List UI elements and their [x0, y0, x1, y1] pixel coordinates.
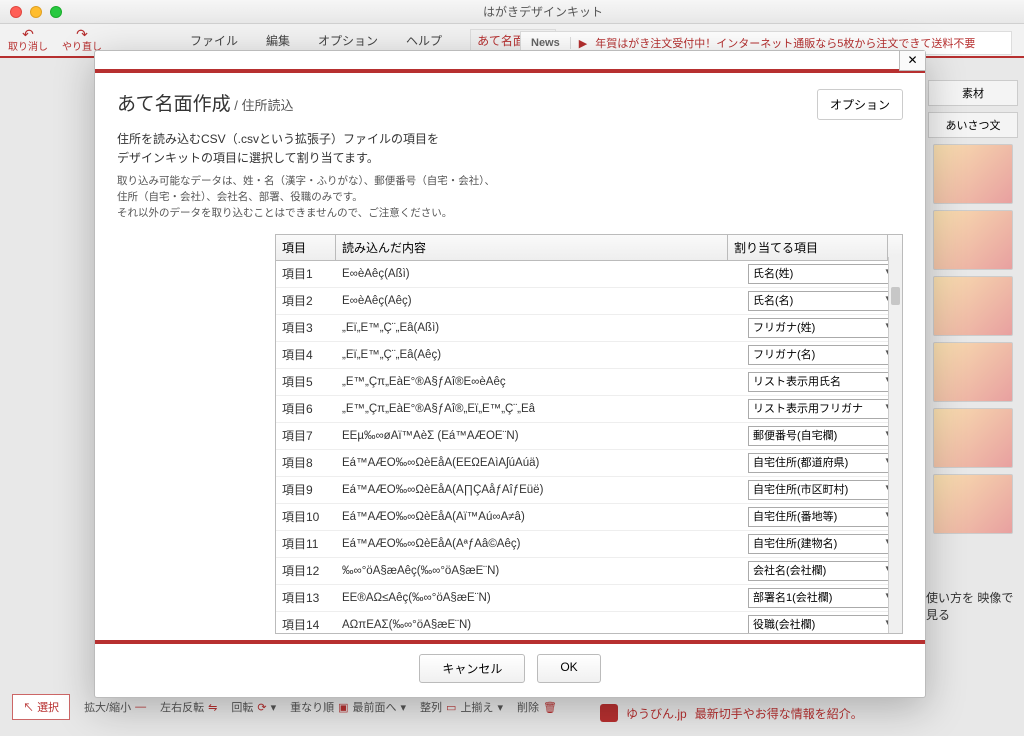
row-value: AΩπEAΣ(‰∞°öA§æE¨N) — [336, 616, 742, 633]
address-import-modal: ✕ あて名面作成 / 住所読込 オプション 住所を読み込むCSV（.csvという… — [94, 50, 926, 698]
row-key: 項目11 — [276, 532, 336, 555]
scrollbar-thumb[interactable] — [891, 287, 900, 305]
assign-select[interactable]: 氏名(姓) — [748, 264, 894, 284]
mapping-table: 項目 読み込んだ内容 割り当てる項目 項目1E∞èAêç(Aßì)氏名(姓)項目… — [275, 234, 903, 634]
row-value: „Eï„E™„Ç¨„Eâ(Aêç) — [336, 346, 742, 364]
row-value: Eá™AÆO‰∞ΩèEåA(Aï™Aú∞A≠â) — [336, 508, 742, 526]
assign-select[interactable]: 自宅住所(都道府県) — [748, 453, 894, 473]
row-assign: リスト表示用フリガナ — [742, 396, 902, 422]
row-key: 項目8 — [276, 451, 336, 474]
row-key: 項目13 — [276, 586, 336, 609]
row-key: 項目7 — [276, 424, 336, 447]
assign-select[interactable]: リスト表示用フリガナ — [748, 399, 894, 419]
ok-button[interactable]: OK — [537, 654, 600, 683]
row-assign: 自宅住所(市区町村) — [742, 477, 902, 503]
table-row: 項目13EE®AΩ≤Aêç(‰∞°öA§æE¨N) 部署名1(会社欄) — [276, 585, 902, 612]
modal-overlay: ✕ あて名面作成 / 住所読込 オプション 住所を読み込むCSV（.csvという… — [0, 0, 1024, 736]
table-row: 項目12‰∞°öA§æAêç(‰∞°öA§æE¨N) 会社名(会社欄) — [276, 558, 902, 585]
assign-select[interactable]: 氏名(名) — [748, 291, 894, 311]
row-assign: フリガナ(姓) — [742, 315, 902, 341]
modal-description: 住所を読み込むCSV（.csvという拡張子）ファイルの項目を デザインキットの項… — [95, 130, 925, 168]
table-row: 項目10Eá™AÆO‰∞ΩèEåA(Aï™Aú∞A≠â) 自宅住所(番地等) — [276, 504, 902, 531]
assign-select[interactable]: 部署名1(会社欄) — [748, 588, 894, 608]
row-key: 項目6 — [276, 397, 336, 420]
row-value: EE®AΩ≤Aêç(‰∞°öA§æE¨N) — [336, 589, 742, 607]
row-key: 項目9 — [276, 478, 336, 501]
row-assign: 氏名(名) — [742, 288, 902, 314]
row-value: Eá™AÆO‰∞ΩèEåA(EEΩEAìAʃúAúä) — [336, 454, 742, 472]
row-key: 項目1 — [276, 262, 336, 285]
row-assign: フリガナ(名) — [742, 342, 902, 368]
assign-select[interactable]: 自宅住所(市区町村) — [748, 480, 894, 500]
table-row: 項目14AΩπEAΣ(‰∞°öA§æE¨N) 役職(会社欄) — [276, 612, 902, 633]
header-assign: 割り当てる項目 — [728, 235, 888, 260]
table-row: 項目4„Eï„E™„Ç¨„Eâ(Aêç) フリガナ(名) — [276, 342, 902, 369]
row-key: 項目2 — [276, 289, 336, 312]
row-assign: 会社名(会社欄) — [742, 558, 902, 584]
header-content: 読み込んだ内容 — [336, 235, 728, 260]
row-value: Eá™AÆO‰∞ΩèEåA(AªƒAâ©Aêç) — [336, 535, 742, 553]
row-key: 項目10 — [276, 505, 336, 528]
table-header: 項目 読み込んだ内容 割り当てる項目 — [276, 235, 902, 261]
row-value: ‰∞°öA§æAêç(‰∞°öA§æE¨N) — [336, 562, 742, 580]
assign-select[interactable]: 自宅住所(番地等) — [748, 507, 894, 527]
close-button[interactable]: ✕ — [899, 51, 925, 71]
assign-select[interactable]: フリガナ(姓) — [748, 318, 894, 338]
row-assign: リスト表示用氏名 — [742, 369, 902, 395]
scrollbar[interactable] — [888, 257, 902, 633]
modal-title: あて名面作成 / 住所読込 — [117, 89, 293, 116]
row-value: „E™„Çπ„EàE°®A§ƒAî®E∞èAêç — [336, 373, 742, 391]
modal-footer: キャンセル OK — [95, 640, 925, 697]
table-row: 項目9Eá™AÆO‰∞ΩèEåA(A∏ÇAåƒAîƒEüë) 自宅住所(市区町村) — [276, 477, 902, 504]
row-value: „Eï„E™„Ç¨„Eâ(Aßì) — [336, 319, 742, 337]
modal-note: 取り込み可能なデータは、姓・名（漢字・ふりがな）、郵便番号（自宅・会社）、 住所… — [95, 168, 925, 231]
row-key: 項目5 — [276, 370, 336, 393]
option-button[interactable]: オプション — [817, 89, 903, 120]
row-assign: 役職(会社欄) — [742, 612, 902, 633]
assign-select[interactable]: フリガナ(名) — [748, 345, 894, 365]
table-row: 項目8Eá™AÆO‰∞ΩèEåA(EEΩEAìAʃúAúä) 自宅住所(都道府県) — [276, 450, 902, 477]
row-key: 項目14 — [276, 613, 336, 633]
row-assign: 部署名1(会社欄) — [742, 585, 902, 611]
table-row: 項目1E∞èAêç(Aßì) 氏名(姓) — [276, 261, 902, 288]
row-key: 項目12 — [276, 559, 336, 582]
table-row: 項目5„E™„Çπ„EàE°®A§ƒAî®E∞èAêç リスト表示用氏名 — [276, 369, 902, 396]
row-assign: 自宅住所(番地等) — [742, 504, 902, 530]
row-value: „E™„Çπ„EàE°®A§ƒAî®„Eï„E™„Ç¨„Eâ — [336, 400, 742, 418]
row-assign: 自宅住所(建物名) — [742, 531, 902, 557]
row-value: EEµ‰∞øAï™AèΣ (Eá™AÆOE¨N) — [336, 427, 742, 445]
assign-select[interactable]: 郵便番号(自宅欄) — [748, 426, 894, 446]
table-row: 項目11Eá™AÆO‰∞ΩèEåA(AªƒAâ©Aêç) 自宅住所(建物名) — [276, 531, 902, 558]
row-assign: 郵便番号(自宅欄) — [742, 423, 902, 449]
row-assign: 自宅住所(都道府県) — [742, 450, 902, 476]
header-item: 項目 — [276, 235, 336, 260]
cancel-button[interactable]: キャンセル — [419, 654, 525, 683]
row-assign: 氏名(姓) — [742, 261, 902, 287]
table-row: 項目7EEµ‰∞øAï™AèΣ (Eá™AÆOE¨N) 郵便番号(自宅欄) — [276, 423, 902, 450]
row-value: E∞èAêç(Aßì) — [336, 265, 742, 283]
table-body: 項目1E∞èAêç(Aßì)氏名(姓)項目2E∞èAêç(Aêç)氏名(名)項目… — [276, 261, 902, 633]
row-key: 項目3 — [276, 316, 336, 339]
table-row: 項目3„Eï„E™„Ç¨„Eâ(Aßì) フリガナ(姓) — [276, 315, 902, 342]
row-key: 項目4 — [276, 343, 336, 366]
assign-select[interactable]: 役職(会社欄) — [748, 615, 894, 633]
row-value: Eá™AÆO‰∞ΩèEåA(A∏ÇAåƒAîƒEüë) — [336, 481, 742, 499]
table-row: 項目2E∞èAêç(Aêç) 氏名(名) — [276, 288, 902, 315]
assign-select[interactable]: 会社名(会社欄) — [748, 561, 894, 581]
assign-select[interactable]: 自宅住所(建物名) — [748, 534, 894, 554]
assign-select[interactable]: リスト表示用氏名 — [748, 372, 894, 392]
row-value: E∞èAêç(Aêç) — [336, 292, 742, 310]
table-row: 項目6„E™„Çπ„EàE°®A§ƒAî®„Eï„E™„Ç¨„Eâ リスト表示用フ… — [276, 396, 902, 423]
